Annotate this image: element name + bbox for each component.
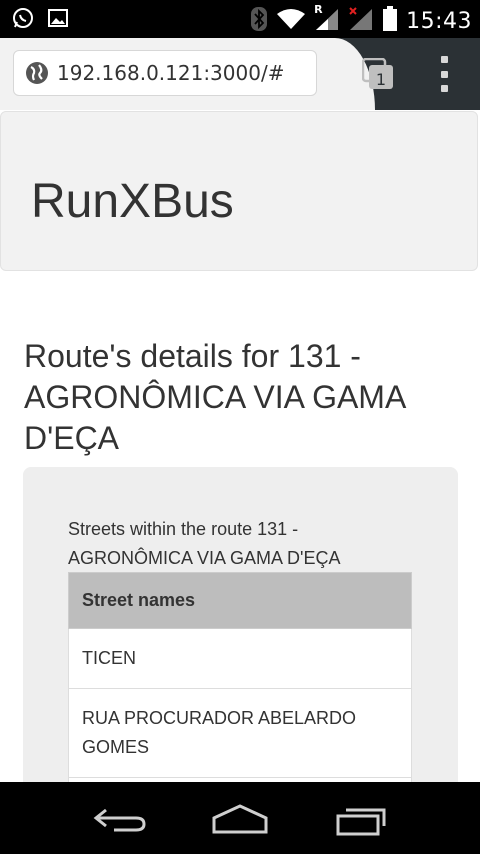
url-text[interactable]: 192.168.0.121:3000/#	[57, 61, 284, 85]
recent-apps-icon[interactable]	[334, 804, 390, 840]
clock: 15:43	[406, 8, 472, 34]
column-header-street-names: Street names	[68, 572, 412, 629]
streets-caption: Streets within the route 131 - AGRONÔMIC…	[68, 519, 341, 568]
menu-dot	[440, 70, 448, 78]
battery-icon	[382, 6, 398, 36]
overflow-menu-button[interactable]	[438, 56, 450, 92]
globe-icon	[25, 61, 49, 85]
header-jumbotron: RunXBus	[0, 111, 478, 271]
bluetooth-icon	[250, 6, 268, 36]
whatsapp-icon	[12, 7, 34, 33]
street-name-cell: TICEN	[68, 628, 412, 689]
menu-dot	[440, 85, 448, 92]
web-page: RunXBus Route's details for 131 - AGRONÔ…	[0, 110, 480, 782]
brand-title: RunXBus	[31, 175, 234, 228]
streets-table: Street names TICEN RUA PROCURADOR ABELAR…	[68, 572, 412, 782]
route-title: Route's details for 131 - AGRONÔMICA VIA…	[24, 338, 405, 456]
street-name-cell: RUA PROCURADOR ABELARDO GOMES	[68, 688, 412, 778]
navigation-bar	[0, 782, 480, 854]
no-signal-icon	[348, 7, 374, 35]
back-icon[interactable]	[92, 804, 148, 838]
url-bar[interactable]: 192.168.0.121:3000/#	[13, 50, 317, 96]
table-row: RUA PROCURADOR ABELARDO GOMES	[68, 688, 412, 778]
table-row: TICEN	[68, 628, 412, 689]
signal-icon: R	[314, 3, 340, 35]
image-icon	[48, 8, 68, 32]
wifi-icon	[276, 8, 306, 34]
browser-toolbar: 192.168.0.121:3000/# 1	[0, 38, 480, 110]
status-bar: R 15:43	[0, 0, 480, 38]
menu-dot	[440, 56, 448, 63]
table-header-row: Street names	[68, 572, 412, 629]
tab-switcher-button[interactable]: 1	[361, 57, 394, 90]
tab-count: 1	[376, 70, 386, 89]
home-icon[interactable]	[210, 804, 270, 838]
